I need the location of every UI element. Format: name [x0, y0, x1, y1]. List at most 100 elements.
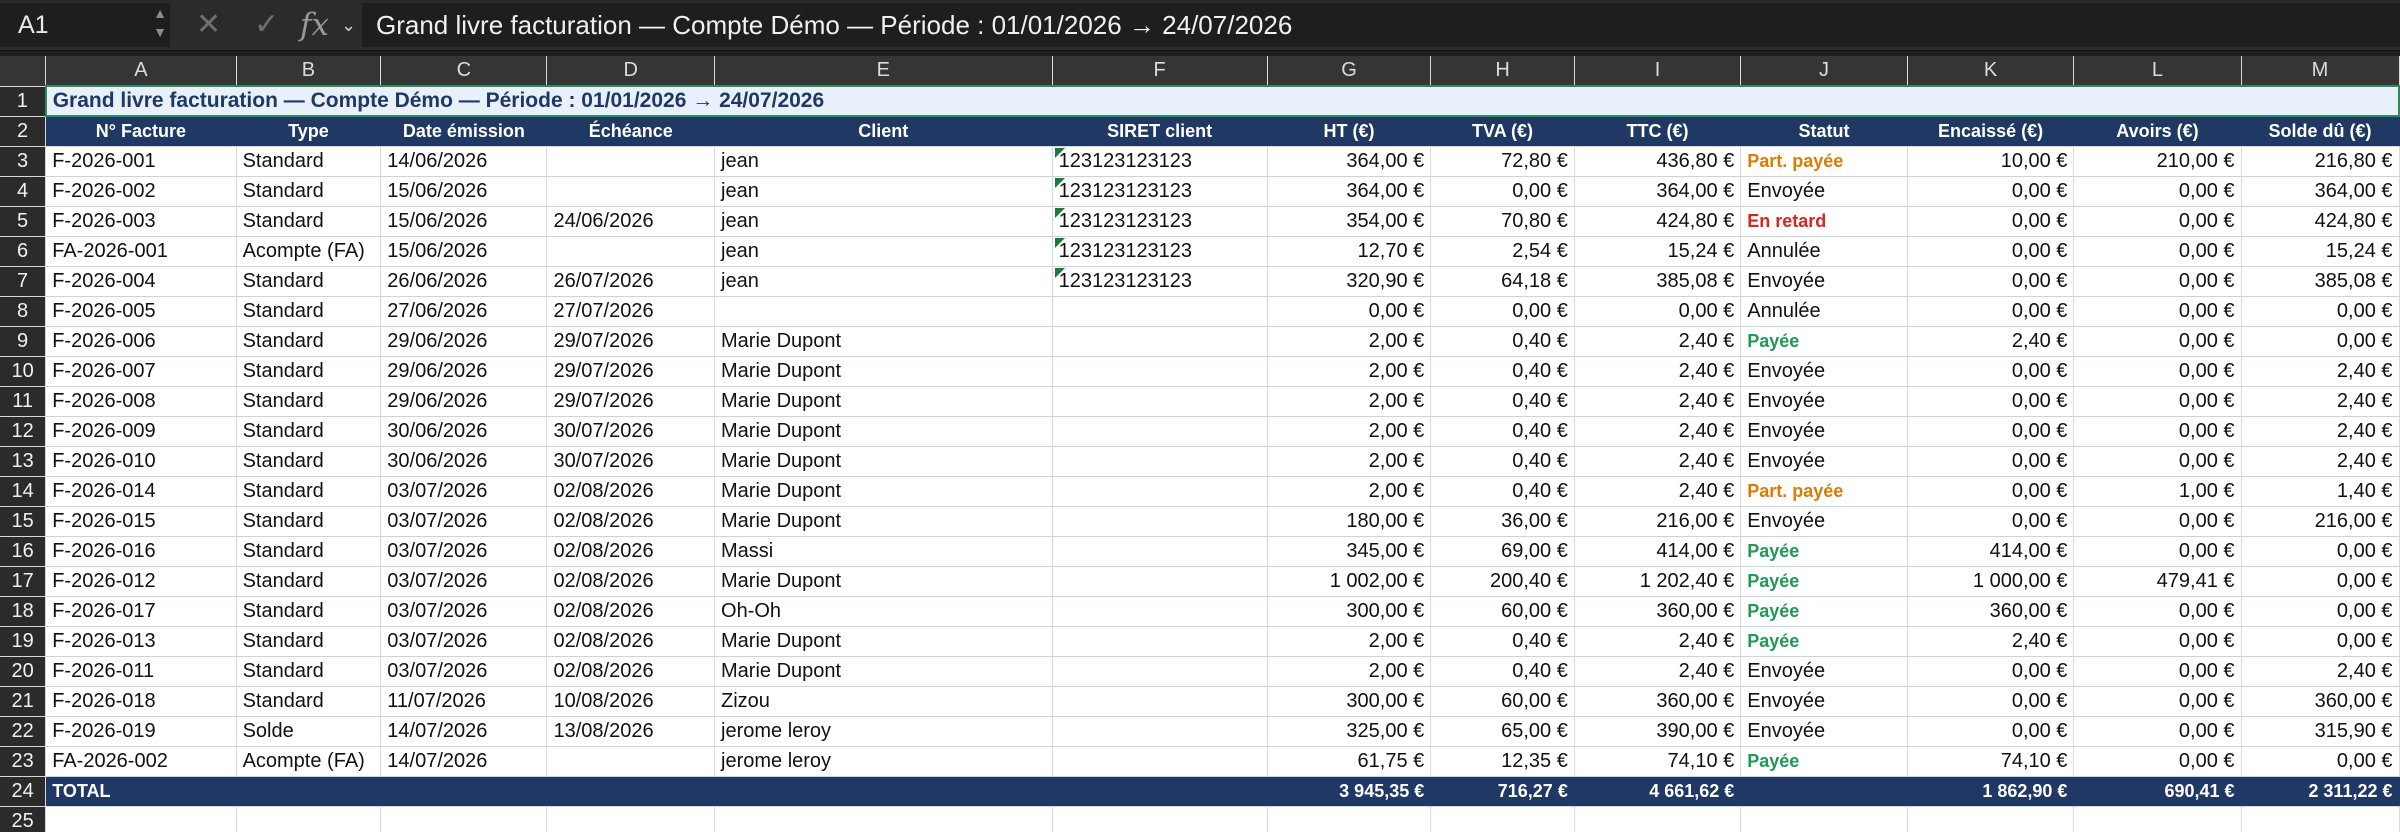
cell-avoirs[interactable]: 0,00 €: [2073, 716, 2242, 747]
cell-client[interactable]: jean: [714, 266, 1053, 297]
cell-date[interactable]: 03/07/2026: [380, 536, 548, 567]
cell-date[interactable]: 15/06/2026: [380, 176, 548, 207]
empty-cell[interactable]: [2073, 806, 2242, 832]
cell-avoirs[interactable]: 0,00 €: [2073, 356, 2242, 387]
cell-client[interactable]: jerome leroy: [714, 716, 1053, 747]
cell-echeance[interactable]: 13/08/2026: [546, 716, 716, 747]
cell-encaisse[interactable]: 0,00 €: [1907, 506, 2075, 537]
column-title[interactable]: Date émission: [380, 116, 548, 147]
column-title[interactable]: Client: [714, 116, 1053, 147]
column-title[interactable]: HT (€): [1267, 116, 1432, 147]
cell-solde[interactable]: 216,00 €: [2241, 506, 2400, 537]
cell-ttc[interactable]: 216,00 €: [1574, 506, 1742, 537]
row-header[interactable]: 8: [0, 296, 47, 327]
cell-facture[interactable]: F-2026-015: [45, 506, 237, 537]
column-title[interactable]: Échéance: [546, 116, 716, 147]
cell-date[interactable]: 29/06/2026: [380, 326, 548, 357]
cell-encaisse[interactable]: 0,00 €: [1907, 446, 2075, 477]
cell-avoirs[interactable]: 0,00 €: [2073, 656, 2242, 687]
row-header[interactable]: 25: [0, 806, 47, 832]
cell-type[interactable]: Standard: [236, 296, 382, 327]
sheet-title-cell[interactable]: Grand livre facturation — Compte Démo — …: [44, 85, 2400, 117]
cell-date[interactable]: 14/07/2026: [380, 716, 548, 747]
cell-client[interactable]: Marie Dupont: [714, 506, 1053, 537]
cell-avoirs[interactable]: 0,00 €: [2073, 596, 2242, 627]
cell-echeance[interactable]: 27/07/2026: [546, 296, 716, 327]
cell-statut[interactable]: Payée: [1740, 536, 1908, 567]
cell-encaisse[interactable]: 0,00 €: [1907, 266, 2075, 297]
cell-ttc[interactable]: 436,80 €: [1574, 146, 1742, 177]
cell-solde[interactable]: 360,00 €: [2241, 686, 2400, 717]
cell-siret[interactable]: [1052, 746, 1268, 777]
cell-tva[interactable]: 12,35 €: [1430, 746, 1575, 777]
cell-statut[interactable]: Annulée: [1740, 236, 1908, 267]
cell-encaisse[interactable]: 2,40 €: [1907, 626, 2075, 657]
cell-echeance[interactable]: 30/07/2026: [546, 446, 716, 477]
cell-statut[interactable]: Payée: [1740, 596, 1908, 627]
row-header[interactable]: 20: [0, 656, 47, 687]
cell-date[interactable]: 03/07/2026: [380, 566, 548, 597]
cell-ht[interactable]: 2,00 €: [1267, 656, 1432, 687]
cell-solde[interactable]: 0,00 €: [2241, 746, 2400, 777]
cell-ttc[interactable]: 424,80 €: [1574, 206, 1742, 237]
cell-echeance[interactable]: 29/07/2026: [546, 326, 716, 357]
cell-facture[interactable]: F-2026-006: [45, 326, 237, 357]
cell-siret[interactable]: [1052, 416, 1268, 447]
cell-date[interactable]: 11/07/2026: [380, 686, 548, 717]
cell-facture[interactable]: F-2026-017: [45, 596, 237, 627]
cell-avoirs[interactable]: 0,00 €: [2073, 296, 2242, 327]
cell-tva[interactable]: 0,40 €: [1430, 446, 1575, 477]
row-header[interactable]: 10: [0, 356, 47, 387]
cell-echeance[interactable]: [546, 236, 716, 267]
cell-siret[interactable]: [1052, 626, 1268, 657]
cell-statut[interactable]: Envoyée: [1740, 446, 1908, 477]
column-header-b[interactable]: B: [236, 56, 382, 87]
cell-encaisse[interactable]: 0,00 €: [1907, 356, 2075, 387]
cell-type[interactable]: Standard: [236, 446, 382, 477]
cell-echeance[interactable]: 26/07/2026: [546, 266, 716, 297]
cell-date[interactable]: 03/07/2026: [380, 476, 548, 507]
total-cell-solde[interactable]: 2 311,22 €: [2241, 776, 2400, 807]
cell-ht[interactable]: 2,00 €: [1267, 626, 1432, 657]
cell-statut[interactable]: Envoyée: [1740, 506, 1908, 537]
empty-cell[interactable]: [380, 806, 548, 832]
cell-date[interactable]: 14/06/2026: [380, 146, 548, 177]
cell-tva[interactable]: 65,00 €: [1430, 716, 1575, 747]
total-cell-encaisse[interactable]: 1 862,90 €: [1907, 776, 2075, 807]
cell-type[interactable]: Standard: [236, 536, 382, 567]
cell-statut[interactable]: Envoyée: [1740, 416, 1908, 447]
cell-echeance[interactable]: 10/08/2026: [546, 686, 716, 717]
cell-tva[interactable]: 36,00 €: [1430, 506, 1575, 537]
cell-type[interactable]: Standard: [236, 596, 382, 627]
empty-cell[interactable]: [236, 806, 382, 832]
row-header[interactable]: 14: [0, 476, 47, 507]
cell-solde[interactable]: 364,00 €: [2241, 176, 2400, 207]
empty-cell[interactable]: [1740, 806, 1908, 832]
cancel-icon[interactable]: ✕: [196, 0, 221, 50]
cell-ht[interactable]: 345,00 €: [1267, 536, 1432, 567]
cell-ttc[interactable]: 414,00 €: [1574, 536, 1742, 567]
cell-facture[interactable]: F-2026-007: [45, 356, 237, 387]
total-cell-client[interactable]: [714, 776, 1053, 807]
cell-encaisse[interactable]: 0,00 €: [1907, 416, 2075, 447]
cell-date[interactable]: 03/07/2026: [380, 506, 548, 537]
cell-siret[interactable]: 123123123123: [1052, 176, 1268, 207]
column-title[interactable]: Encaissé (€): [1907, 116, 2075, 147]
cell-client[interactable]: Marie Dupont: [714, 326, 1053, 357]
cell-siret[interactable]: 123123123123: [1052, 206, 1268, 237]
cell-siret[interactable]: [1052, 476, 1268, 507]
cell-ttc[interactable]: 385,08 €: [1574, 266, 1742, 297]
cell-siret[interactable]: [1052, 566, 1268, 597]
column-header-k[interactable]: K: [1907, 56, 2075, 87]
row-header[interactable]: 21: [0, 686, 47, 717]
cell-ttc[interactable]: 360,00 €: [1574, 686, 1742, 717]
cell-avoirs[interactable]: 0,00 €: [2073, 746, 2242, 777]
name-box-stepper-icon[interactable]: ▲ ▼: [150, 4, 170, 44]
empty-cell[interactable]: [1430, 806, 1575, 832]
row-header[interactable]: 6: [0, 236, 47, 267]
cell-statut[interactable]: Payée: [1740, 566, 1908, 597]
cell-facture[interactable]: F-2026-001: [45, 146, 237, 177]
cell-date[interactable]: 30/06/2026: [380, 446, 548, 477]
cell-ht[interactable]: 1 002,00 €: [1267, 566, 1432, 597]
cell-avoirs[interactable]: 0,00 €: [2073, 176, 2242, 207]
